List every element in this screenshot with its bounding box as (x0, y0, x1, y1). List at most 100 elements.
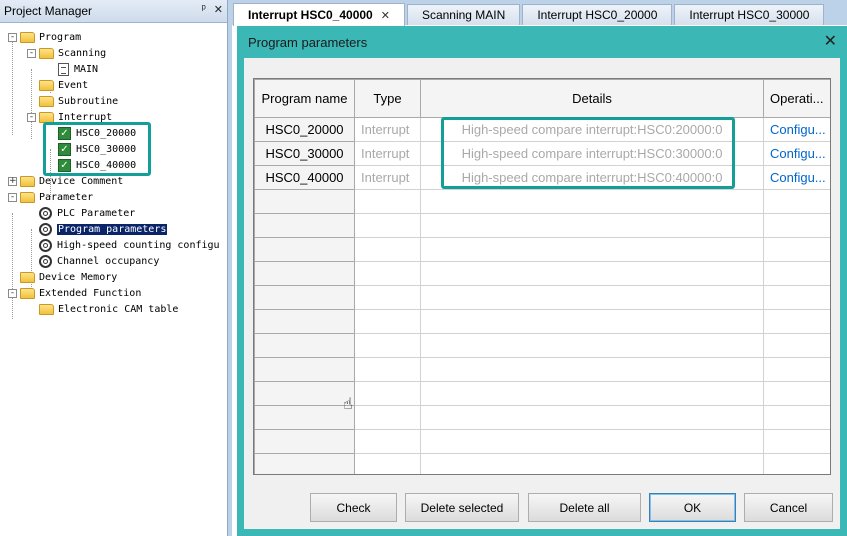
empty-table-row[interactable] (254, 261, 830, 286)
tree-item-label: Extended Function (39, 287, 142, 299)
check-button[interactable]: Check (310, 493, 397, 522)
delete-all-button[interactable]: Delete all (528, 493, 641, 522)
tab-scanning-main[interactable]: Scanning MAIN (406, 4, 521, 25)
collapse-icon[interactable]: - (8, 192, 17, 202)
configure-link[interactable]: Configu... (763, 117, 830, 142)
empty-cell (354, 285, 421, 310)
project-manager-title: Project Manager (4, 4, 93, 18)
collapse-icon[interactable]: - (8, 288, 17, 298)
pin-icon[interactable]: ᵖ (202, 3, 206, 16)
tree-item-label: High-speed counting configu (57, 239, 220, 251)
tab-interrupt-hsc0_20000[interactable]: Interrupt HSC0_20000 (522, 4, 673, 25)
column-header-program-name[interactable]: Program name (254, 79, 355, 118)
empty-table-row[interactable] (254, 381, 830, 406)
empty-cell (420, 333, 764, 358)
dialog-close-icon[interactable]: ✕ (824, 33, 837, 49)
tree-item-label: Interrupt (58, 111, 113, 123)
collapse-icon[interactable]: - (8, 32, 17, 42)
tree-item[interactable]: PLC Parameter (39, 205, 135, 221)
empty-cell (254, 381, 355, 406)
empty-table-row[interactable] (254, 237, 830, 262)
project-manager-header: Project Manager ᵖ ✕ (0, 0, 227, 23)
tab-interrupt-hsc0_30000[interactable]: Interrupt HSC0_30000 (674, 4, 825, 25)
empty-cell (254, 357, 355, 382)
folder-icon (39, 111, 54, 123)
empty-cell (254, 285, 355, 310)
empty-cell (420, 453, 764, 474)
empty-cell (420, 261, 764, 286)
empty-table-row[interactable] (254, 405, 830, 430)
empty-cell (354, 429, 421, 454)
tree-item[interactable]: - Program (8, 29, 81, 45)
tree-item[interactable]: MAIN (58, 61, 98, 77)
collapse-icon[interactable]: - (27, 48, 36, 58)
type-cell: Interrupt (354, 141, 421, 166)
empty-cell (254, 429, 355, 454)
empty-cell (420, 189, 764, 214)
empty-cell (763, 189, 830, 214)
empty-cell (354, 237, 421, 262)
tab-interrupt-hsc0_40000[interactable]: Interrupt HSC0_40000 ✕ (233, 3, 405, 26)
configure-link[interactable]: Configu... (763, 141, 830, 166)
empty-cell (763, 213, 830, 238)
tree-item[interactable]: Device Memory (20, 269, 117, 285)
interrupt-highlight-box (43, 122, 151, 176)
tab-label: Interrupt HSC0_20000 (537, 8, 658, 22)
tree-item-label: Device Memory (39, 271, 118, 283)
column-header-operation[interactable]: Operati... (763, 79, 830, 118)
tree-item[interactable]: Event (39, 77, 88, 93)
empty-cell (420, 357, 764, 382)
empty-cell (354, 189, 421, 214)
ok-button[interactable]: OK (649, 493, 736, 522)
empty-table-row[interactable] (254, 429, 830, 454)
program-name-cell: HSC0_20000 (254, 117, 355, 142)
empty-cell (354, 261, 421, 286)
tree-item-label: Subroutine (58, 95, 119, 107)
tree-item-label: MAIN (74, 63, 99, 75)
empty-cell (254, 213, 355, 238)
tree-item[interactable]: High-speed counting configu (39, 237, 220, 253)
empty-cell (354, 453, 421, 474)
folder-icon (20, 175, 35, 187)
close-icon[interactable]: ✕ (214, 3, 223, 16)
tab-close-icon[interactable]: ✕ (381, 9, 390, 22)
tree-item[interactable]: Channel occupancy (39, 253, 159, 269)
cancel-button[interactable]: Cancel (744, 493, 833, 522)
tab-label: Scanning MAIN (421, 8, 506, 22)
empty-cell (763, 381, 830, 406)
configure-link[interactable]: Configu... (763, 165, 830, 190)
tree-item-label: Parameter (39, 191, 94, 203)
tab-label: Interrupt HSC0_40000 (248, 8, 373, 22)
hand-cursor-icon: ☝ (343, 394, 353, 413)
collapse-icon[interactable]: - (27, 112, 36, 122)
tree-item[interactable]: Program parameters (39, 221, 168, 237)
document-tabs: Interrupt HSC0_40000 ✕ Scanning MAIN Interr… (233, 3, 826, 26)
column-header-details[interactable]: Details (420, 79, 764, 118)
empty-cell (763, 261, 830, 286)
tree-item[interactable]: Electronic CAM table (39, 301, 178, 317)
empty-table-row[interactable] (254, 453, 830, 474)
empty-cell (354, 405, 421, 430)
tree-item[interactable]: Subroutine (39, 93, 118, 109)
empty-table-row[interactable] (254, 189, 830, 214)
empty-cell (254, 261, 355, 286)
tree-item[interactable]: - Parameter (8, 189, 93, 205)
empty-cell (254, 309, 355, 334)
table-header-row: Program name Type Details Operati... (254, 79, 830, 118)
folder-icon (20, 191, 35, 203)
empty-table-row[interactable] (254, 357, 830, 382)
tree-item-label: PLC Parameter (57, 207, 136, 219)
delete-selected-button[interactable]: Delete selected (405, 493, 519, 522)
tree-item[interactable]: - Extended Function (8, 285, 141, 301)
empty-table-row[interactable] (254, 333, 830, 358)
empty-table-row[interactable] (254, 213, 830, 238)
empty-table-row[interactable] (254, 309, 830, 334)
expand-icon[interactable]: + (8, 176, 17, 186)
tree-item-label: Electronic CAM table (58, 303, 179, 315)
folder-icon (39, 303, 54, 315)
column-header-type[interactable]: Type (354, 79, 421, 118)
empty-cell (354, 381, 421, 406)
tab-label: Interrupt HSC0_30000 (689, 8, 810, 22)
tree-item[interactable]: - Scanning (27, 45, 106, 61)
empty-table-row[interactable] (254, 285, 830, 310)
